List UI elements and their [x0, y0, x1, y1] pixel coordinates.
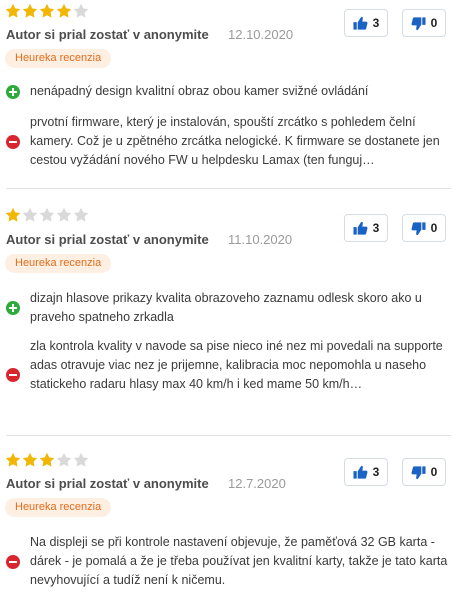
heureka-badge: Heureka recenzia: [5, 498, 112, 517]
review-author: Autor si prial zostať v anonymite: [6, 232, 209, 247]
star-icon: [22, 3, 38, 18]
dislike-button[interactable]: 0: [402, 214, 446, 242]
review-date: 12.7.2020: [228, 476, 286, 491]
star-icon: [56, 207, 72, 222]
thumbs-up-icon: [353, 465, 368, 479]
star-rating: [5, 207, 89, 223]
like-button[interactable]: 3: [344, 458, 388, 486]
review-date: 12.10.2020: [228, 27, 294, 42]
pros-text: dizajn hlasove prikazy kvalita obrazoveh…: [30, 291, 422, 324]
star-icon: [73, 3, 89, 18]
cons-text: zla kontrola kvality v navode sa pise ni…: [30, 339, 443, 391]
star-rating: [5, 452, 89, 468]
like-count: 3: [372, 221, 380, 235]
like-button[interactable]: 3: [344, 9, 388, 37]
thumbs-up-icon: [353, 16, 368, 30]
star-icon: [39, 207, 55, 222]
review-date: 11.10.2020: [228, 232, 293, 247]
star-icon: [5, 207, 21, 222]
dislike-count: 0: [430, 16, 438, 30]
pros-text: nenápadný design kvalitní obraz obou kam…: [30, 84, 369, 98]
star-icon: [22, 207, 38, 222]
star-icon: [56, 3, 72, 18]
like-count: 3: [372, 465, 380, 479]
thumbs-down-icon: [411, 465, 426, 479]
thumbs-down-icon: [411, 16, 426, 30]
star-icon: [73, 207, 89, 222]
cons-text: Na displeji se při kontrole nastavení ob…: [30, 535, 448, 587]
divider: [6, 435, 451, 436]
minus-circle-icon: [6, 135, 20, 149]
star-icon: [5, 452, 21, 467]
star-icon: [22, 452, 38, 467]
heureka-badge: Heureka recenzia: [5, 254, 112, 273]
star-rating: [5, 3, 89, 19]
minus-circle-icon: [6, 555, 20, 569]
review-author: Autor si prial zostať v anonymite: [6, 476, 209, 491]
star-icon: [39, 3, 55, 18]
dislike-button[interactable]: 0: [402, 9, 446, 37]
plus-circle-icon: [6, 301, 20, 315]
like-button[interactable]: 3: [344, 214, 388, 242]
dislike-count: 0: [430, 465, 438, 479]
star-icon: [39, 452, 55, 467]
heureka-badge: Heureka recenzia: [5, 49, 112, 68]
star-icon: [73, 452, 89, 467]
cons-text: prvotní firmware, který je instalován, s…: [30, 115, 440, 167]
divider: [6, 188, 451, 189]
plus-circle-icon: [6, 85, 20, 99]
star-icon: [5, 3, 21, 18]
dislike-count: 0: [430, 221, 438, 235]
thumbs-up-icon: [353, 221, 368, 235]
thumbs-down-icon: [411, 221, 426, 235]
like-count: 3: [372, 16, 380, 30]
dislike-button[interactable]: 0: [402, 458, 446, 486]
star-icon: [56, 452, 72, 467]
minus-circle-icon: [6, 368, 20, 382]
review-author: Autor si prial zostať v anonymite: [6, 27, 209, 42]
